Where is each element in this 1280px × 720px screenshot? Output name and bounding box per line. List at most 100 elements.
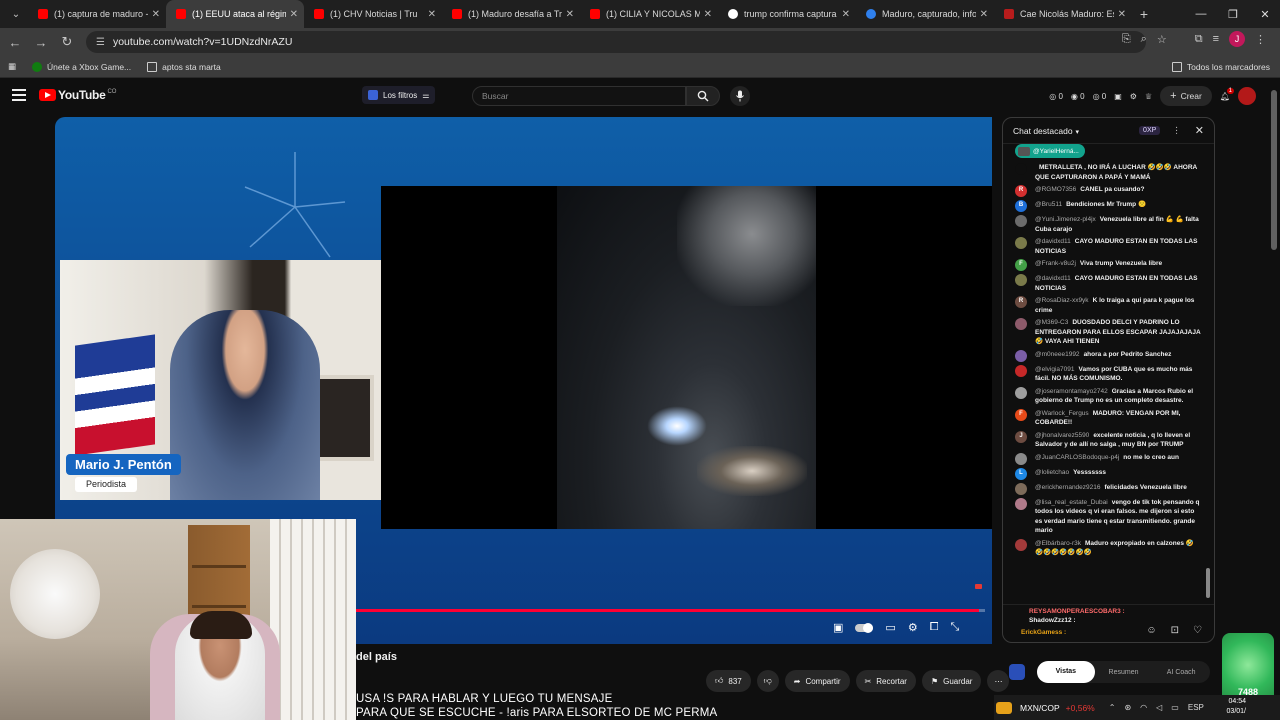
clock[interactable]: 04:54 03/01/ [1227,697,1246,717]
chat-scrollbar[interactable] [1206,168,1210,608]
extensions-icon[interactable]: ⧉ [1195,33,1203,46]
chat-username[interactable]: @Bru511 [1035,201,1062,208]
search-input[interactable]: Buscar [472,86,686,106]
chat-username[interactable]: @erickhernandez9216 [1035,484,1101,491]
chat-avatar[interactable] [1015,318,1027,330]
chat-username[interactable]: @RGMO7356 [1035,186,1076,193]
menu-kebab-icon[interactable]: ⋮ [1255,33,1266,46]
chat-message[interactable]: @Elbárbaro-r3k Maduro expropiado en calzo… [1003,538,1207,560]
pinned-member-chip[interactable]: @YarielHerná... [1015,144,1085,158]
browser-tab[interactable]: trump confirma captura d ✕ [718,0,856,28]
chat-avatar[interactable]: R [1015,185,1027,197]
close-tab-icon[interactable]: ✕ [428,9,436,20]
chat-message[interactable]: J @jhonalvarez5590 excelente noticia , q l… [1003,430,1207,452]
chat-message[interactable]: @joseramontamayo2742 Gracias a Marcos Rub… [1003,386,1207,408]
chat-message[interactable]: @JuanCARLOSBodoque-p4j no me lo creo aun [1003,452,1207,467]
chat-avatar[interactable]: F [1015,259,1027,271]
close-window-icon[interactable]: ✕ [1250,0,1280,28]
chat-avatar[interactable] [1015,452,1027,465]
chat-avatar[interactable] [1015,497,1027,510]
chat-avatar[interactable]: B [1015,200,1027,212]
chat-menu-icon[interactable]: ⋮ [1172,125,1181,136]
browser-tab-active[interactable]: (1) EEUU ataca al régimen ✕ [166,0,304,28]
chat-message[interactable]: R @RosaDiaz-xx9yk K lo traiga a qui para k… [1003,295,1207,317]
chat-avatar[interactable]: F [1015,408,1027,421]
chat-avatar[interactable] [1015,386,1027,399]
youtube-logo[interactable]: YouTube CO [39,88,116,102]
dislike-button[interactable]: 👎︎ [756,670,779,692]
notifications-bell-icon[interactable]: 🔔︎ 1 [1220,87,1234,101]
browser-tab[interactable]: (1) Maduro desafía a Trum ✕ [442,0,580,28]
browser-tab[interactable]: Maduro, capturado, infor ✕ [856,0,994,28]
chat-message[interactable]: R @RGMO7356 CANEL pa cusando? [1003,184,1207,199]
autoplay-toggle[interactable] [855,622,874,633]
new-tab-button[interactable]: + [1132,6,1156,22]
chat-username[interactable]: @m0neee1992 [1035,351,1080,358]
browser-tab[interactable]: (1) CILIA Y NICOLAS MADU ✕ [580,0,718,28]
chat-avatar[interactable] [1015,215,1027,227]
tray-chevron-icon[interactable]: ⌃ [1109,703,1116,712]
close-tab-icon[interactable]: ✕ [152,9,160,20]
close-chat-icon[interactable]: ✕ [1195,124,1204,137]
more-actions-button[interactable]: ⋯ [987,670,1010,692]
close-tab-icon[interactable]: ✕ [290,9,298,20]
reading-list-icon[interactable]: ≡ [1213,33,1219,45]
site-info-icon[interactable]: ☰ [96,37,105,48]
like-button[interactable]: 👍︎ 837 [706,670,751,692]
forward-arrow-icon[interactable]: → [30,31,52,53]
chat-message[interactable]: B @Bru511 Bendiciones Mr Trump 🙁 [1003,199,1207,214]
back-arrow-icon[interactable]: ← [4,31,26,53]
search-button[interactable] [686,86,720,106]
chat-mode-dropdown[interactable]: Chat destacado ▾ [1013,126,1079,136]
create-button[interactable]: + Crear [1160,86,1212,106]
chat-message[interactable]: @elvigia7091 Vamos por CUBA que es mucho … [1003,364,1207,386]
tab-ai-coach[interactable]: AI Coach [1152,669,1210,676]
chat-input-user[interactable]: ErickGamess : [1021,629,1066,636]
chat-message[interactable]: F @Warlock_Fergus MADURO: VENGAN POR MI, C… [1003,408,1207,430]
chat-message[interactable]: @M369-C3 DUOSDADO DELCI Y PADRINO LO ENTR… [1003,317,1207,349]
channel-avatar[interactable] [1238,87,1256,105]
chat-avatar[interactable] [1015,274,1027,286]
tab-resumen[interactable]: Resumen [1095,669,1153,676]
chat-message[interactable]: @davidxd11 CAYO MADURO ESTAN EN TODAS LAS… [1003,273,1207,295]
subtitles-icon[interactable]: ▭ [885,621,895,634]
chat-username[interactable]: @joseramontamayo2742 [1035,388,1108,395]
ticker-symbol[interactable]: MXN/COP [1020,703,1060,713]
clip-button[interactable]: ✂ Recortar [855,670,916,692]
browser-tab[interactable]: (1) captura de maduro - Y ✕ [28,0,166,28]
chat-username[interactable]: @RosaDiaz-xx9yk [1035,297,1089,304]
emoji-icon[interactable]: ☺ [1146,625,1156,636]
volume-icon[interactable]: ◁ [1156,703,1162,712]
chat-message[interactable]: METRALLETA , NO IRÁ A LUCHAR 🤣🤣🤣 AHORA Q… [1003,162,1207,184]
chat-username[interactable]: @JuanCARLOSBodoque-p4j [1035,454,1119,461]
miniplayer-icon[interactable]: ⧠ [930,621,939,634]
wifi-icon[interactable]: ◠ [1140,703,1147,712]
chat-message[interactable]: @Yuni.Jimenez-pl4jx Venezuela libre al fi… [1003,214,1207,236]
fullscreen-icon[interactable]: ⤡ [951,621,960,634]
chat-avatar[interactable] [1015,482,1027,495]
chat-message-list[interactable]: METRALLETA , NO IRÁ A LUCHAR 🤣🤣🤣 AHORA Q… [1003,162,1207,608]
chat-avatar[interactable] [1015,163,1027,175]
tab-search-chevron-icon[interactable]: ⌄ [6,4,26,24]
chat-username[interactable]: @davidxd11 [1035,238,1071,245]
extension-logo-icon[interactable] [1009,664,1025,680]
filters-extension-button[interactable]: Los filtros ⚌ [362,86,436,104]
browser-tab[interactable]: (1) CHV Noticias | Tru ✕ [304,0,442,28]
chat-message[interactable]: L @lolietchao Yesssssss [1003,467,1207,482]
restore-icon[interactable]: ❐ [1218,0,1248,28]
chat-message[interactable]: F @Frank-v8u2j Viva trump Venezuela libre [1003,258,1207,273]
trophy-icon[interactable]: ♕ [1145,92,1152,101]
minimize-icon[interactable]: — [1186,0,1216,28]
install-app-icon[interactable]: ⎘ [1122,33,1131,46]
chat-avatar[interactable]: R [1015,296,1027,308]
xp-badge[interactable]: 0XP [1139,126,1161,135]
voice-search-button[interactable] [730,86,750,106]
hamburger-menu-icon[interactable] [12,89,26,101]
network-icon[interactable]: ⊛ [1124,703,1131,712]
bookmark-item[interactable]: Únete a Xbox Game... [32,61,131,72]
zoom-icon[interactable]: ⌕ [1141,33,1147,46]
profile-avatar[interactable]: J [1229,31,1245,47]
progress-bar[interactable] [355,609,985,612]
browser-tab[interactable]: Cae Nicolás Maduro: Esta ✕ [994,0,1132,28]
chat-avatar[interactable]: J [1015,430,1027,443]
